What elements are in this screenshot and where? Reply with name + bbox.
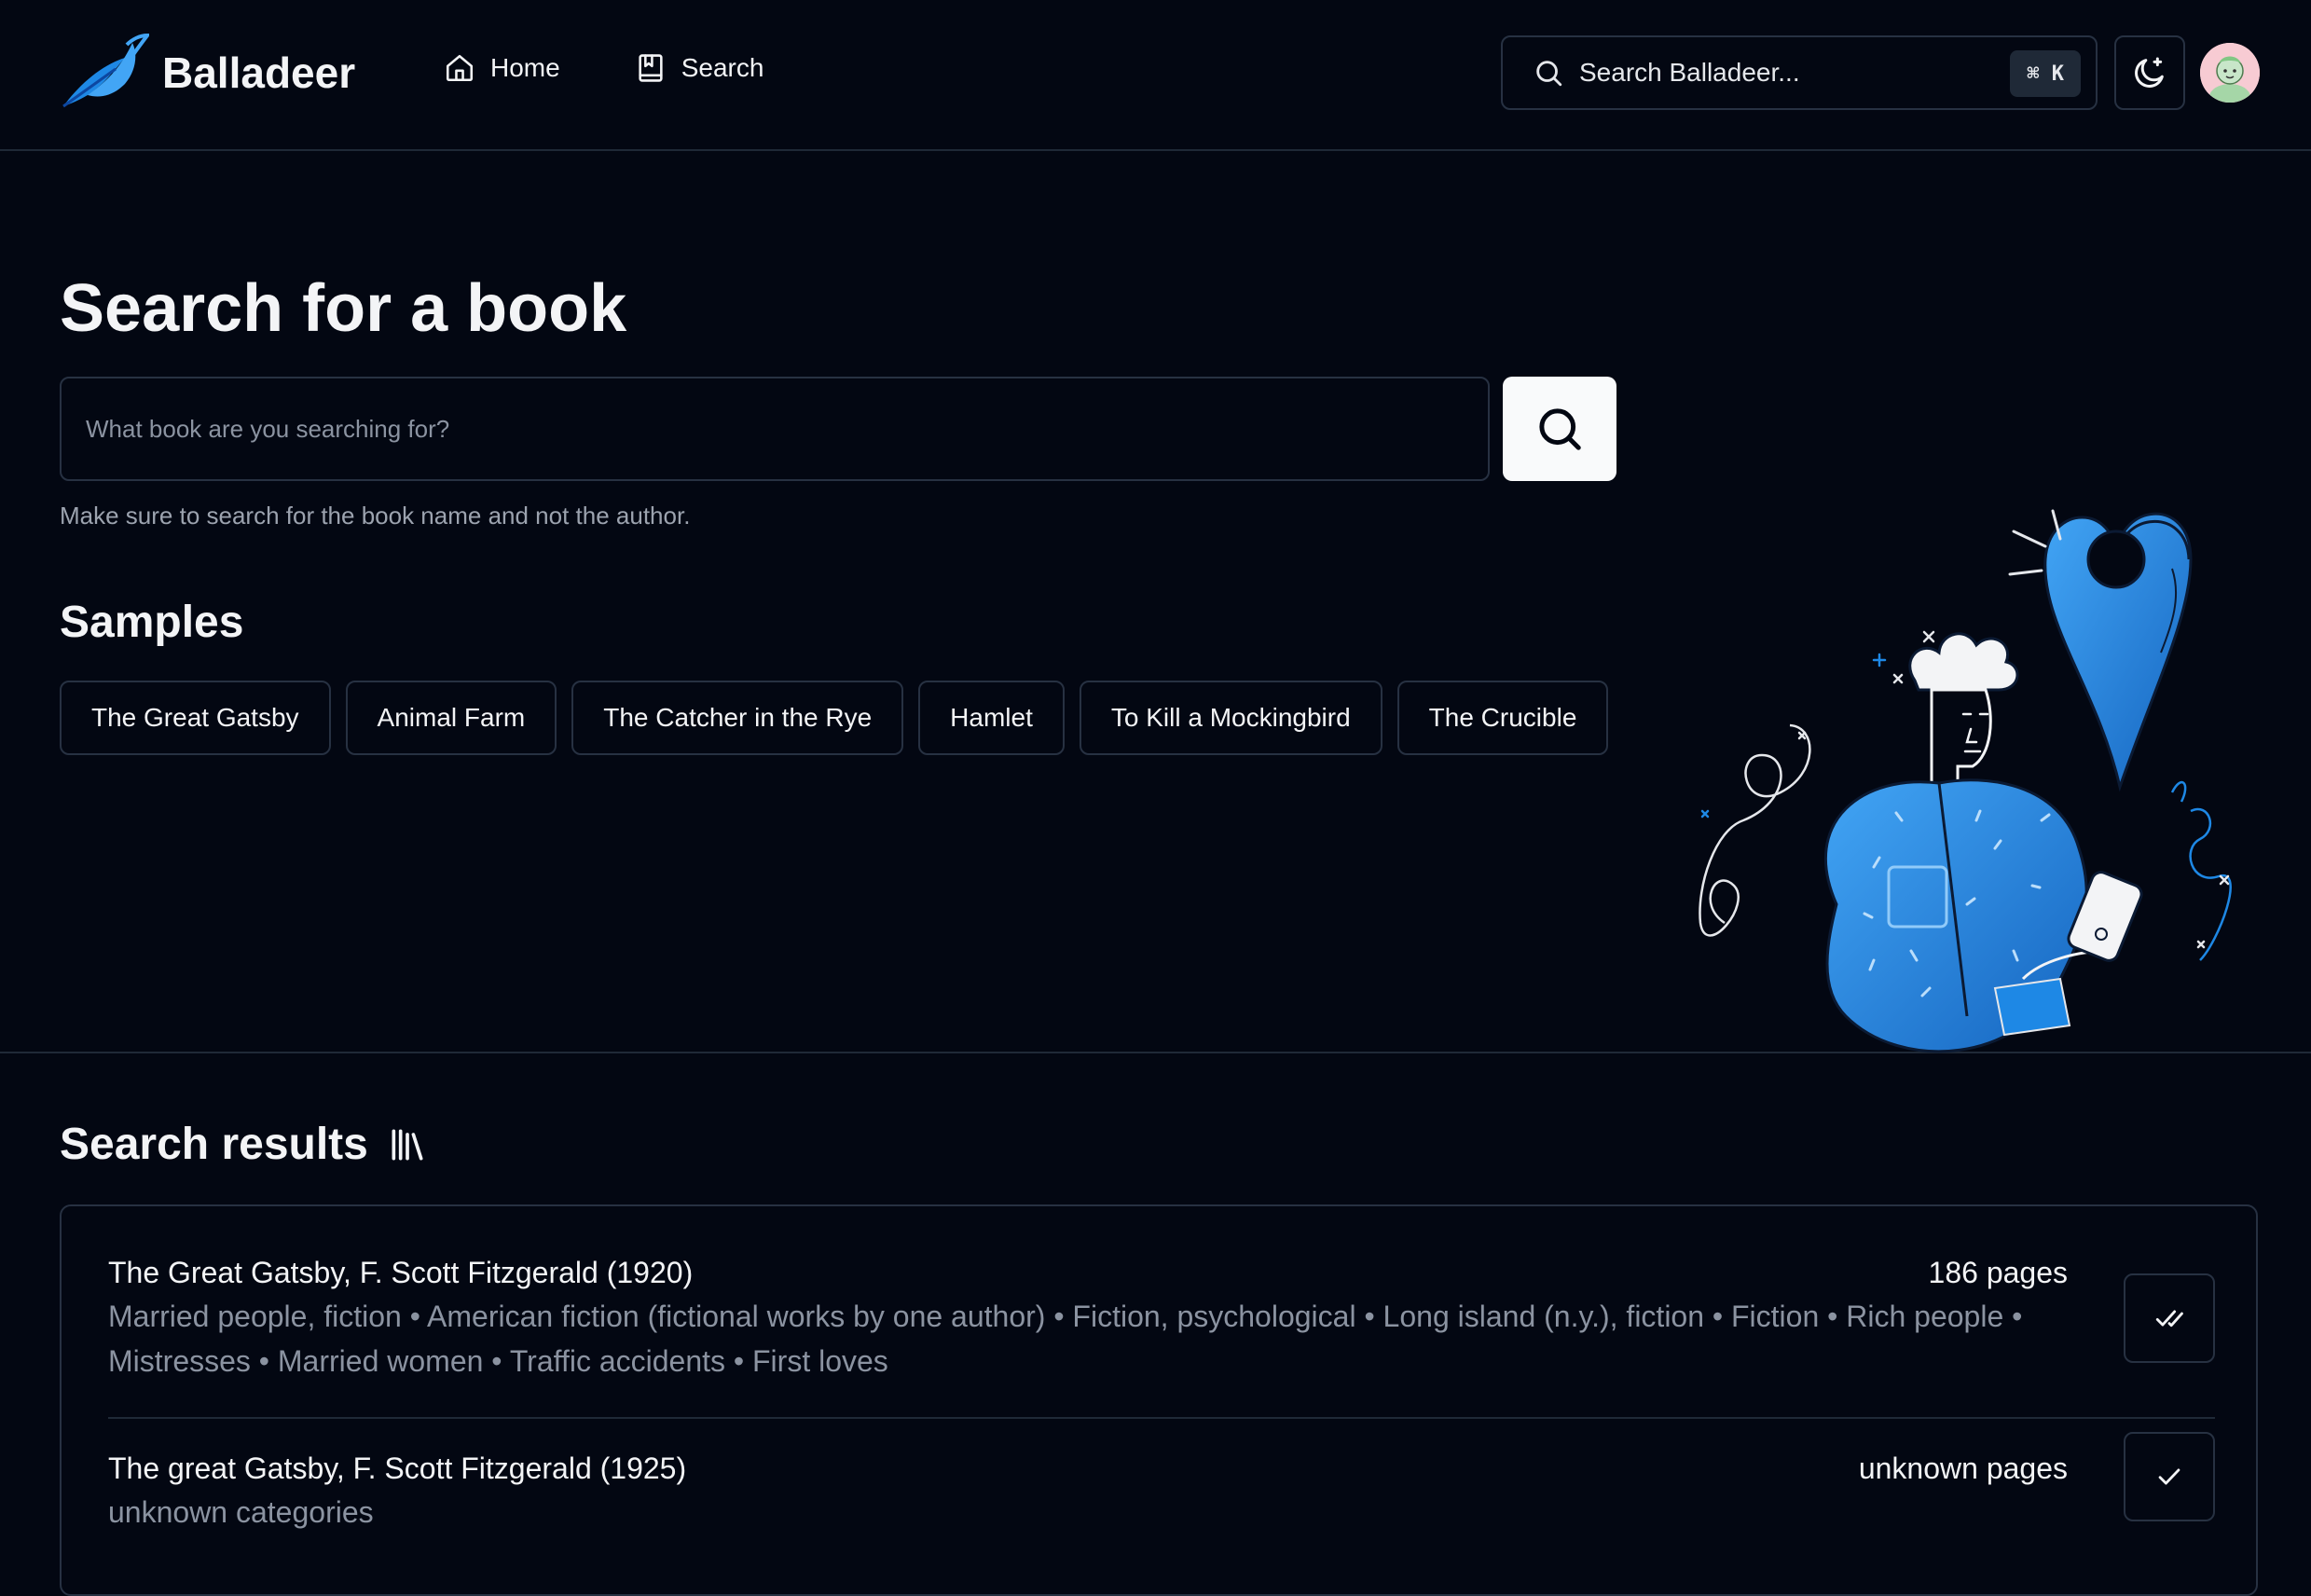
keyboard-shortcut-badge: ⌘ K — [2010, 50, 2081, 97]
search-hint: Make sure to search for the book name an… — [60, 502, 691, 530]
double-check-icon — [2155, 1310, 2183, 1328]
page-title: Search for a book — [60, 271, 627, 346]
samples-list: The Great Gatsby Animal Farm The Catcher… — [60, 681, 1623, 755]
library-icon — [392, 1129, 423, 1160]
result-pages: unknown pages — [1858, 1452, 2068, 1485]
nav-search[interactable]: Search — [635, 52, 764, 84]
results-heading: Search results — [60, 1119, 428, 1170]
brand-name: Balladeer — [162, 48, 356, 97]
moon-icon — [2135, 57, 2164, 88]
result-divider — [108, 1417, 2215, 1419]
sample-chip[interactable]: To Kill a Mockingbird — [1079, 681, 1382, 755]
select-result-button[interactable] — [2124, 1432, 2215, 1521]
theme-toggle-button[interactable] — [2114, 35, 2185, 110]
result-pages: 186 pages — [1928, 1256, 2068, 1289]
result-categories: Married people, fiction • American ficti… — [108, 1300, 2023, 1378]
person-with-map-pin-illustration — [1699, 509, 2232, 1053]
result-title: The Great Gatsby, F. Scott Fitzgerald (1… — [108, 1256, 694, 1289]
sample-chip[interactable]: The Crucible — [1396, 681, 1609, 755]
nav-home-label: Home — [490, 53, 560, 82]
sample-chip[interactable]: Hamlet — [918, 681, 1065, 755]
nav-search-label: Search — [681, 53, 764, 82]
select-result-button[interactable] — [2124, 1273, 2215, 1363]
result-item[interactable]: The great Gatsby, F. Scott Fitzgerald (1… — [108, 1432, 2215, 1534]
global-search-placeholder: Search Balladeer... — [1579, 58, 1800, 87]
book-search-input[interactable] — [60, 377, 1490, 481]
nav-home[interactable]: Home — [444, 52, 560, 84]
result-categories: unknown categories — [108, 1495, 374, 1529]
hero-section: Search for a book Make sure to search fo… — [0, 151, 2311, 1053]
sample-chip[interactable]: Animal Farm — [345, 681, 557, 755]
result-item[interactable]: The Great Gatsby, F. Scott Fitzgerald (1… — [108, 1251, 2215, 1383]
search-icon — [1536, 61, 1562, 87]
results-title: Search results — [60, 1120, 368, 1169]
sample-chip[interactable]: The Great Gatsby — [60, 681, 331, 755]
check-icon — [2158, 1468, 2180, 1485]
brand[interactable]: Balladeer — [60, 34, 355, 112]
sample-chip[interactable]: The Catcher in the Rye — [571, 681, 904, 755]
search-submit-button[interactable] — [1503, 377, 1616, 481]
home-icon — [446, 54, 474, 82]
results-list: The Great Gatsby, F. Scott Fitzgerald (1… — [60, 1204, 2258, 1596]
user-avatar[interactable] — [2200, 43, 2260, 103]
main-nav: Home Search — [444, 52, 838, 84]
book-icon — [639, 54, 663, 82]
avatar-image-icon — [2200, 43, 2260, 103]
search-icon — [1539, 408, 1581, 450]
samples-heading: Samples — [60, 598, 244, 647]
top-header: Balladeer Home Search Search Balladeer..… — [0, 0, 2311, 151]
global-search-button[interactable]: Search Balladeer... ⌘ K — [1501, 35, 2098, 110]
feather-logo-icon — [62, 34, 149, 108]
